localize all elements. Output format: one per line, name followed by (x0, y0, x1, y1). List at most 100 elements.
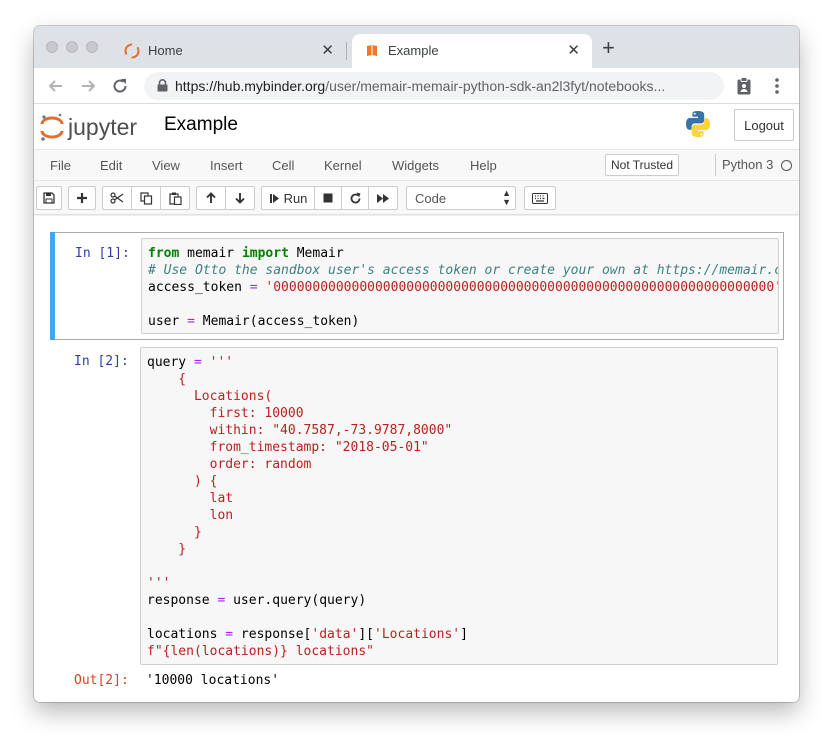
save-icon (43, 192, 55, 204)
menu-help[interactable]: Help (470, 158, 497, 173)
code-token: = (187, 314, 195, 329)
code-token: access_token (148, 280, 250, 295)
lock-icon (157, 79, 168, 92)
code-token: query (147, 355, 194, 370)
code-token: } (147, 525, 202, 540)
code-token: memair (179, 246, 242, 261)
url-path: /user/memair-memair-python-sdk-an2l3fyt/… (325, 78, 666, 94)
notebook-area: In [1]: from memair import Memair # Use … (34, 216, 799, 702)
reload-icon[interactable] (110, 76, 130, 96)
output-text: '10000 locations' (146, 673, 280, 688)
paste-button[interactable] (160, 186, 190, 210)
code-token: ] (460, 627, 468, 642)
code-token: 'Locations' (374, 627, 461, 642)
minimize-window-button[interactable] (66, 41, 78, 53)
move-up-button[interactable] (196, 186, 226, 210)
back-arrow-icon[interactable] (46, 76, 66, 96)
close-icon[interactable]: ✕ (567, 41, 580, 59)
kernel-status-icon (781, 160, 792, 171)
menu-view[interactable]: View (152, 158, 180, 173)
move-down-button[interactable] (225, 186, 255, 210)
tab-home-title: Home (148, 43, 183, 58)
clipboard-icon[interactable] (734, 76, 754, 96)
cell-type-select[interactable]: Code ▲ ▼ (406, 186, 516, 210)
menu-edit[interactable]: Edit (100, 158, 122, 173)
cut-button[interactable] (102, 186, 132, 210)
menu-kernel[interactable]: Kernel (324, 158, 362, 173)
menubar: File Edit View Insert Cell Kernel Widget… (34, 149, 799, 181)
cell-type-value: Code (415, 191, 447, 206)
run-label: Run (283, 190, 308, 206)
code-token: = (193, 355, 202, 370)
code-token: ][ (358, 627, 375, 642)
copy-button[interactable] (131, 186, 161, 210)
code-token: import (241, 246, 289, 261)
command-palette-button[interactable] (524, 186, 556, 210)
tab-example-title: Example (388, 43, 439, 58)
code-token: within: "40.7587,-73.9787,8000" (147, 423, 453, 438)
tab-separator (346, 42, 347, 60)
code-token: Locations( (147, 389, 273, 404)
code-token: locations (147, 627, 226, 642)
notebook-container: In [1]: from memair import Memair # Use … (34, 216, 799, 702)
code-editor[interactable]: from memair import Memair # Use Otto the… (141, 238, 779, 334)
close-icon[interactable]: ✕ (321, 41, 334, 59)
kernel-name: Python 3 (715, 154, 773, 176)
step-forward-icon (269, 193, 279, 203)
code-token: lon (147, 508, 234, 523)
code-text: query = ''' { Locations( first: 10000 wi… (147, 354, 468, 660)
code-token: response[ (233, 627, 312, 642)
menu-file[interactable]: File (50, 158, 71, 173)
restart-button[interactable] (341, 186, 369, 210)
insert-cell-button[interactable] (68, 186, 96, 210)
code-token: = (249, 280, 258, 295)
tab-home[interactable]: Home ✕ (112, 34, 346, 68)
fast-forward-icon (377, 193, 389, 203)
menu-widgets[interactable]: Widgets (392, 158, 439, 173)
code-text: from memair import Memair # Use Otto the… (148, 245, 778, 330)
code-token: ''' (147, 576, 171, 591)
code-cell-2[interactable]: In [2]: query = ''' { Locations( first: … (50, 346, 784, 696)
menu-insert[interactable]: Insert (210, 158, 243, 173)
arrow-up-icon (206, 192, 216, 203)
arrow-down-icon (235, 193, 245, 204)
paste-icon (168, 192, 182, 205)
python-logo-icon (686, 111, 710, 137)
tab-example[interactable]: Example ✕ (352, 34, 592, 68)
code-token: Memair(access_token) (194, 314, 360, 329)
notebook-title[interactable]: Example (164, 114, 238, 136)
new-tab-icon[interactable]: + (602, 37, 615, 59)
code-token: = (225, 627, 234, 642)
address-bar[interactable]: https://hub.mybinder.org/user/memair-mem… (144, 72, 724, 100)
close-window-button[interactable] (46, 41, 58, 53)
url-text: https://hub.mybinder.org/user/memair-mem… (175, 78, 665, 94)
logout-button[interactable]: Logout (734, 109, 794, 141)
run-button[interactable]: Run (261, 186, 315, 210)
input-prompt: In [1]: (75, 246, 130, 261)
interrupt-button[interactable] (314, 186, 342, 210)
code-token: first: 10000 (147, 406, 304, 421)
code-token: { (147, 372, 187, 387)
stop-icon (323, 193, 333, 203)
select-arrows-icon: ▲ ▼ (502, 188, 511, 207)
output-prompt: Out[2]: (74, 673, 129, 688)
code-token: 'data' (311, 627, 359, 642)
zoom-window-button[interactable] (86, 41, 98, 53)
save-button[interactable] (36, 186, 62, 210)
restart-run-all-button[interactable] (368, 186, 398, 210)
plus-icon (77, 193, 87, 203)
jupyter-header: jupyter Example Logout (34, 105, 799, 149)
code-cell-1[interactable]: In [1]: from memair import Memair # Use … (50, 232, 784, 340)
url-host: https://hub.mybinder.org (175, 78, 326, 94)
code-editor[interactable]: query = ''' { Locations( first: 10000 wi… (140, 347, 778, 665)
notebook-toolbar: Run Code ▲ ▼ (34, 181, 799, 215)
code-token: lat (147, 491, 234, 506)
menu-cell[interactable]: Cell (272, 158, 294, 173)
more-options-icon[interactable] (767, 76, 787, 96)
code-token: f"{len(locations)} locations" (147, 644, 374, 659)
forward-arrow-icon[interactable] (78, 76, 98, 96)
trust-button[interactable]: Not Trusted (605, 154, 679, 176)
jupyter-logo[interactable]: jupyter (38, 111, 148, 143)
browser-window: Home ✕ Example ✕ + https://hub.mybinder.… (34, 26, 799, 702)
